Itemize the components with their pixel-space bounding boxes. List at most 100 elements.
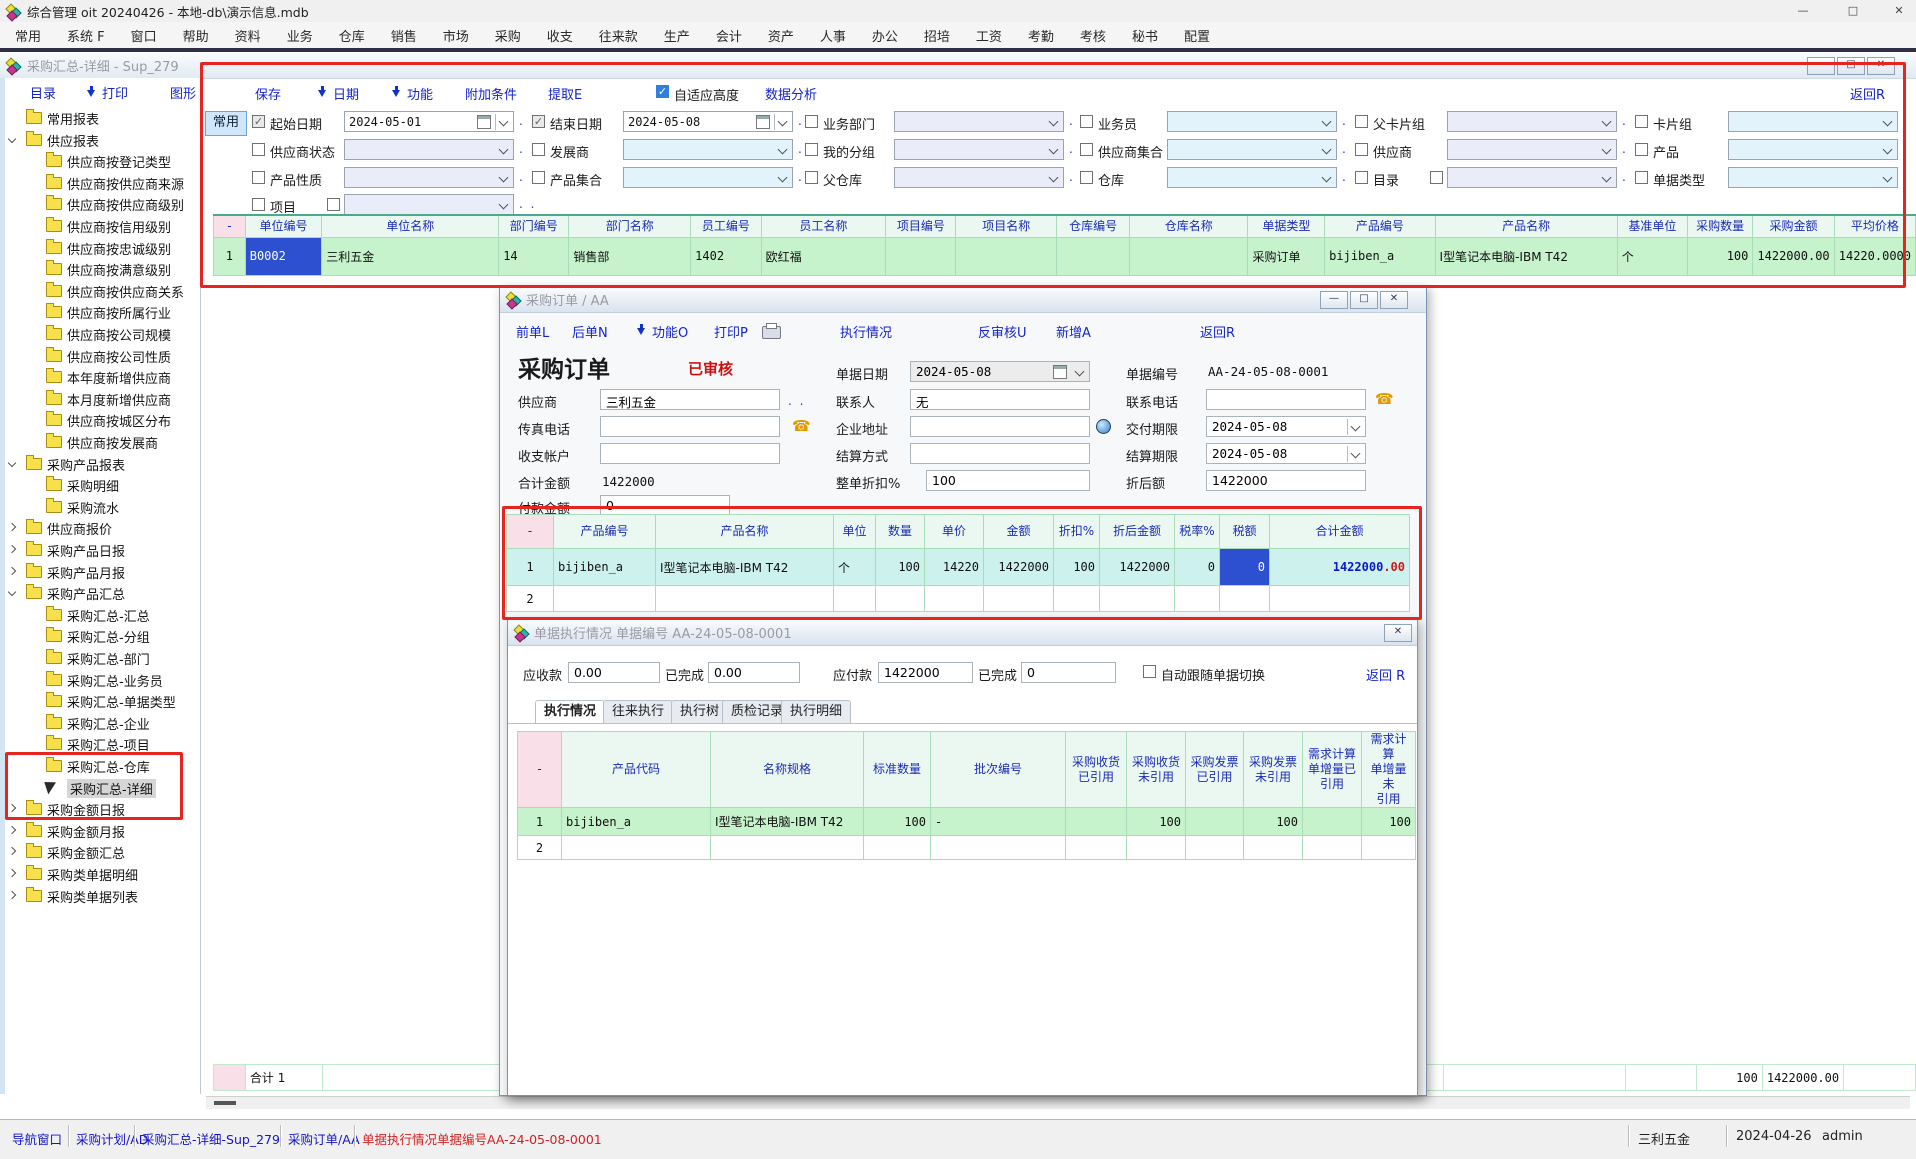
tree-item[interactable]: 采购汇总-业务员	[0, 668, 198, 690]
grid-cell[interactable]	[931, 836, 1066, 860]
menu-item[interactable]: 生产	[651, 26, 703, 45]
order-close-button[interactable]: ✕	[1380, 291, 1408, 309]
exec-return-button[interactable]: 返回 R	[1366, 665, 1405, 684]
tab-item[interactable]: 往来执行	[603, 700, 673, 724]
tree-item[interactable]: 采购金额汇总	[0, 840, 198, 862]
column-header[interactable]: 采购收货 未引用	[1127, 732, 1186, 808]
print-button[interactable]: 打印	[102, 83, 128, 102]
grid-cell[interactable]	[1066, 808, 1127, 836]
menu-item[interactable]: 资料	[222, 26, 274, 45]
catalog-button[interactable]: 目录	[30, 83, 56, 102]
menu-item[interactable]: 市场	[430, 26, 482, 45]
grid-cell[interactable]	[1303, 836, 1362, 860]
tree-item[interactable]: 供应商按登记类型	[0, 149, 198, 171]
column-header[interactable]: -	[518, 732, 562, 808]
tree-item[interactable]: 采购汇总-单据类型	[0, 689, 198, 711]
tree-item[interactable]: 供应商按发展商	[0, 430, 198, 452]
order-return-button[interactable]: 返回R	[1200, 322, 1235, 341]
chevron-right-icon[interactable]	[8, 890, 16, 898]
delivery-due-field[interactable]: 2024-05-08	[1206, 416, 1366, 437]
address-field[interactable]	[910, 416, 1090, 437]
tree-item[interactable]: 供应商按信用级别	[0, 214, 198, 236]
statusbar-item[interactable]: 采购计划/AD	[76, 1129, 148, 1148]
contact-field[interactable]: 无	[910, 389, 1090, 410]
tree-item[interactable]: 供应商按供应商级别	[0, 192, 198, 214]
payable-field[interactable]: 1422000	[878, 662, 973, 683]
tree-item[interactable]: 采购产品汇总	[0, 581, 198, 603]
grid-cell[interactable]: 2	[518, 836, 562, 860]
doc-date-field[interactable]: 2024-05-08	[910, 361, 1090, 382]
menu-item[interactable]: 常用	[2, 26, 54, 45]
column-header[interactable]: 标准数量	[864, 732, 931, 808]
order-function-button[interactable]: 功能O	[652, 322, 688, 341]
settle-due-field[interactable]: 2024-05-08	[1206, 443, 1366, 464]
tree-item[interactable]: 采购汇总-部门	[0, 646, 198, 668]
chevron-down-icon[interactable]	[1351, 449, 1361, 459]
tree-item[interactable]: 本年度新增供应商	[0, 365, 198, 387]
tree-item[interactable]: 采购类单据明细	[0, 862, 198, 884]
grid-cell[interactable]	[1186, 836, 1244, 860]
column-header[interactable]: 需求计算 单增量未 引用	[1362, 732, 1416, 808]
tree-item[interactable]: 采购产品日报	[0, 538, 198, 560]
grid-cell[interactable]	[1066, 836, 1127, 860]
tree-item[interactable]: 采购金额月报	[0, 819, 198, 841]
tab-active[interactable]: 执行情况	[535, 700, 605, 724]
grid-cell[interactable]: 100	[864, 808, 931, 836]
tree-item[interactable]: 供应商报价	[0, 516, 198, 538]
auto-follow-checkbox[interactable]	[1143, 665, 1156, 678]
tree-item[interactable]: 常用报表	[0, 106, 198, 128]
execution-status-button[interactable]: 执行情况	[840, 322, 892, 341]
tab-item[interactable]: 执行树	[671, 700, 728, 724]
chevron-down-icon[interactable]	[8, 588, 16, 596]
grid-cell[interactable]: 1	[518, 808, 562, 836]
grid-cell[interactable]	[1303, 808, 1362, 836]
tree-item[interactable]: 供应商按公司规模	[0, 322, 198, 344]
order-maximize-button[interactable]: □	[1350, 291, 1378, 309]
column-header[interactable]: 批次编号	[931, 732, 1066, 808]
tree-item[interactable]: 供应商按忠诚级别	[0, 236, 198, 258]
tree-item[interactable]: 供应报表	[0, 128, 198, 150]
grid-cell[interactable]: 100	[1127, 808, 1186, 836]
tab-item[interactable]: 执行明细	[781, 700, 851, 724]
statusbar-item[interactable]: 采购汇总-详细-Sup_279	[142, 1129, 280, 1148]
grid-cell[interactable]	[562, 836, 711, 860]
tree-item[interactable]: 采购汇总-分组	[0, 624, 198, 646]
tree-item[interactable]: 供应商按供应商来源	[0, 171, 198, 193]
scrollbar-thumb[interactable]	[214, 1101, 236, 1105]
horizontal-scrollbar[interactable]	[206, 1096, 1910, 1109]
chevron-down-icon[interactable]	[8, 458, 16, 466]
grid-cell[interactable]: I型笔记本电脑-IBM T42	[711, 808, 864, 836]
supplier-field[interactable]: 三利五金	[600, 389, 780, 410]
chevron-down-icon[interactable]	[8, 134, 16, 142]
tree-item[interactable]: 采购明细	[0, 473, 198, 495]
next-doc-button[interactable]: 后单N	[572, 322, 608, 341]
grid-cell[interactable]	[1362, 836, 1416, 860]
chevron-right-icon[interactable]	[8, 826, 16, 834]
menu-item[interactable]: 人事	[807, 26, 859, 45]
column-header[interactable]: 采购发票 已引用	[1186, 732, 1244, 808]
tree-item[interactable]: 采购产品月报	[0, 560, 198, 582]
chevron-right-icon[interactable]	[8, 847, 16, 855]
after-discount-field[interactable]: 1422000	[1206, 470, 1366, 491]
tree-item[interactable]: 采购产品报表	[0, 452, 198, 474]
done-field[interactable]: 0.00	[708, 662, 800, 683]
menu-item[interactable]: 窗口	[118, 26, 170, 45]
add-new-button[interactable]: 新增A	[1056, 322, 1091, 341]
statusbar-item[interactable]: 导航窗口	[12, 1129, 62, 1148]
menu-item[interactable]: 考核	[1067, 26, 1119, 45]
chevron-down-icon[interactable]	[1075, 367, 1085, 377]
menu-item[interactable]: 会计	[703, 26, 755, 45]
tree-item[interactable]: 供应商按公司性质	[0, 344, 198, 366]
grid-cell[interactable]	[1127, 836, 1186, 860]
menu-item[interactable]: 业务	[274, 26, 326, 45]
menu-item[interactable]: 秘书	[1119, 26, 1171, 45]
column-header[interactable]: 采购发票 未引用	[1244, 732, 1303, 808]
order-print-button[interactable]: 打印P	[714, 322, 748, 341]
column-header[interactable]: 产品代码	[562, 732, 711, 808]
menu-item[interactable]: 系统 F	[54, 26, 118, 45]
tree-item[interactable]: 供应商按城区分布	[0, 408, 198, 430]
column-header[interactable]: 采购收货 已引用	[1066, 732, 1127, 808]
tree-item[interactable]: 采购类单据列表	[0, 884, 198, 906]
chevron-right-icon[interactable]	[8, 566, 16, 574]
prev-doc-button[interactable]: 前单L	[516, 322, 549, 341]
